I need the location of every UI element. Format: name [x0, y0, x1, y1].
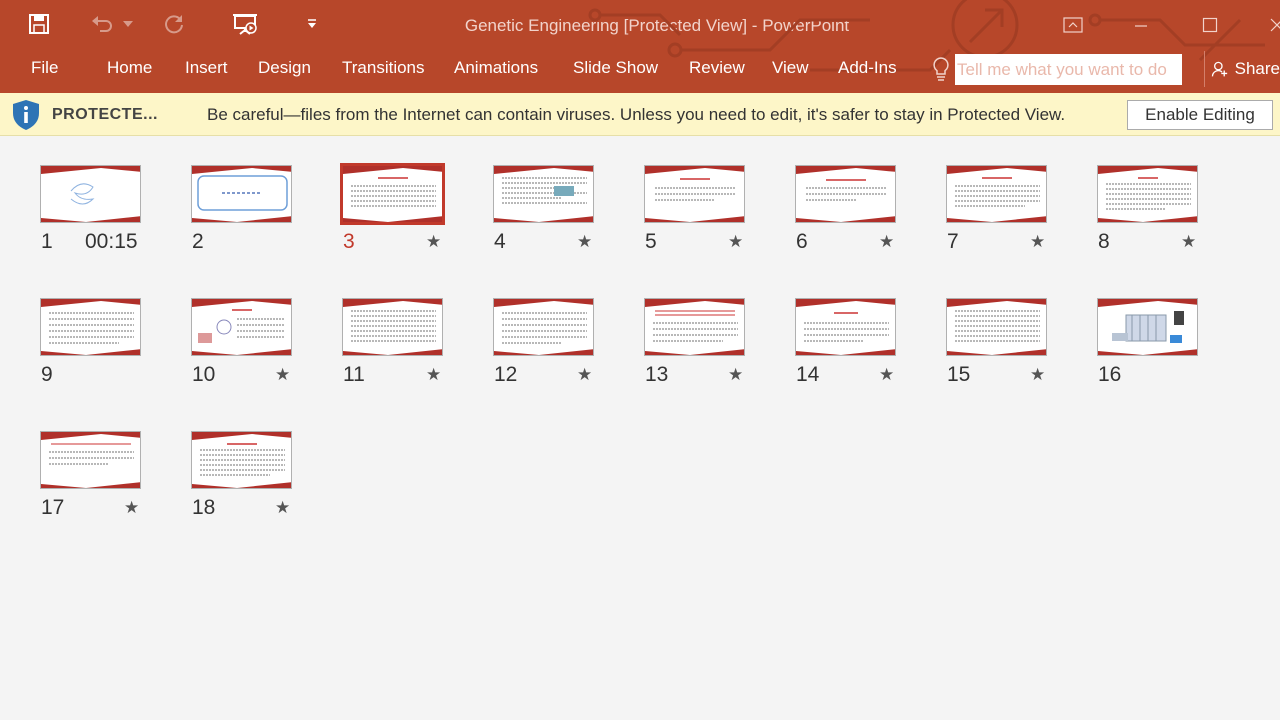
animation-star-icon[interactable]: ★ [577, 365, 592, 385]
animation-star-icon[interactable]: ★ [426, 365, 441, 385]
slide-thumbnail-9[interactable]: 9 [40, 298, 141, 386]
protected-view-message-bar: PROTECTE... Be careful—files from the In… [0, 93, 1280, 136]
animation-star-icon[interactable]: ★ [124, 498, 139, 518]
slide-thumbnail-11[interactable]: 11 ★ [342, 298, 443, 386]
slide-number: 16 [1098, 363, 1122, 386]
slide-preview [946, 298, 1047, 356]
protected-view-label: PROTECTE... [52, 106, 158, 123]
animation-star-icon[interactable]: ★ [1030, 232, 1045, 252]
share-person-icon [1211, 61, 1228, 77]
animation-star-icon[interactable]: ★ [1181, 232, 1196, 252]
slide-thumbnail-10[interactable]: 10 ★ [191, 298, 292, 386]
animation-star-icon[interactable]: ★ [275, 498, 290, 518]
slide-thumbnail-7[interactable]: 7 ★ [946, 165, 1047, 253]
ribbon-display-options-icon[interactable] [1058, 10, 1088, 40]
tell-me-search-input[interactable]: Tell me what you want to do [955, 54, 1182, 85]
maximize-icon[interactable] [1195, 10, 1225, 40]
slide-thumbnail-6[interactable]: 6 ★ [795, 165, 896, 253]
minimize-icon[interactable] [1126, 10, 1156, 40]
slide-thumbnail-14[interactable]: 14 ★ [795, 298, 896, 386]
title-bar: Genetic Engineering [Protected View] - P… [0, 0, 1280, 50]
slide-preview [191, 431, 292, 489]
slide-number: 18 [192, 496, 216, 519]
slide-number: 7 [947, 230, 959, 253]
slide-number: 5 [645, 230, 657, 253]
tab-transitions[interactable]: Transitions [342, 58, 425, 78]
slide-thumbnail-15[interactable]: 15 ★ [946, 298, 1047, 386]
slide-sorter: 1 00:15 2 3 ★ 4 ★ 5 ★ 6 ★ 7 ★ 8 ★ 9 10 ★… [0, 137, 1280, 720]
slide-thumbnail-8[interactable]: 8 ★ [1097, 165, 1198, 253]
slide-number: 13 [645, 363, 669, 386]
tab-home[interactable]: Home [107, 58, 152, 78]
slide-preview [795, 165, 896, 223]
slide-number: 17 [41, 496, 65, 519]
slide-preview [191, 165, 292, 223]
slide-preview [342, 298, 443, 356]
slide-number: 14 [796, 363, 820, 386]
slide-thumbnail-13[interactable]: 13 ★ [644, 298, 745, 386]
tab-file[interactable]: File [31, 58, 58, 78]
slide-number: 1 [41, 230, 53, 253]
tab-review[interactable]: Review [689, 58, 745, 78]
animation-star-icon[interactable]: ★ [577, 232, 592, 252]
animation-star-icon[interactable]: ★ [426, 232, 441, 252]
slide-preview [493, 165, 594, 223]
share-button[interactable]: Share [1204, 51, 1280, 87]
slide-preview [40, 165, 141, 223]
slide-thumbnail-18[interactable]: 18 ★ [191, 431, 292, 519]
animation-star-icon[interactable]: ★ [879, 365, 894, 385]
slide-number: 6 [796, 230, 808, 253]
tab-animations[interactable]: Animations [454, 58, 538, 78]
slide-thumbnail-12[interactable]: 12 ★ [493, 298, 594, 386]
slide-preview [1097, 165, 1198, 223]
slide-preview [644, 165, 745, 223]
slide-number: 15 [947, 363, 971, 386]
slide-number: 2 [192, 230, 204, 253]
animation-star-icon[interactable]: ★ [728, 232, 743, 252]
slide-thumbnail-16[interactable]: 16 [1097, 298, 1198, 386]
animation-star-icon[interactable]: ★ [1030, 365, 1045, 385]
slide-preview [191, 298, 292, 356]
slide-number: 10 [192, 363, 216, 386]
tab-design[interactable]: Design [258, 58, 311, 78]
shield-info-icon [11, 99, 41, 131]
animation-star-icon[interactable]: ★ [728, 365, 743, 385]
slide-timing: 00:15 [85, 230, 138, 253]
slide-thumbnail-17[interactable]: 17 ★ [40, 431, 141, 519]
close-icon[interactable] [1262, 10, 1280, 40]
slide-number: 11 [343, 363, 365, 386]
slide-thumbnail-5[interactable]: 5 ★ [644, 165, 745, 253]
slide-number: 4 [494, 230, 506, 253]
slide-thumbnail-2[interactable]: 2 [191, 165, 292, 253]
window-title: Genetic Engineering [Protected View] - P… [464, 16, 850, 35]
slide-preview [795, 298, 896, 356]
protected-view-message: Be careful—files from the Internet can c… [207, 105, 1066, 124]
slide-preview [1097, 298, 1198, 356]
tab-view[interactable]: View [772, 58, 809, 78]
slide-preview [340, 163, 445, 225]
slide-number: 12 [494, 363, 518, 386]
enable-editing-button[interactable]: Enable Editing [1127, 100, 1273, 130]
slide-thumbnail-4[interactable]: 4 ★ [493, 165, 594, 253]
slide-preview [40, 431, 141, 489]
animation-star-icon[interactable]: ★ [275, 365, 290, 385]
share-label: Share [1234, 59, 1280, 78]
tab-add-ins[interactable]: Add-Ins [838, 58, 897, 78]
slide-preview [644, 298, 745, 356]
slide-thumbnail-3[interactable]: 3 ★ [340, 163, 445, 253]
slide-number: 9 [41, 363, 53, 386]
slide-number: 3 [343, 230, 355, 253]
tab-slide-show[interactable]: Slide Show [573, 58, 658, 78]
slide-thumbnail-1[interactable]: 1 00:15 [40, 165, 141, 253]
slide-preview [946, 165, 1047, 223]
lightbulb-icon [929, 55, 953, 83]
slide-number: 8 [1098, 230, 1110, 253]
slide-preview [493, 298, 594, 356]
animation-star-icon[interactable]: ★ [879, 232, 894, 252]
slide-preview [40, 298, 141, 356]
tab-insert[interactable]: Insert [185, 58, 228, 78]
